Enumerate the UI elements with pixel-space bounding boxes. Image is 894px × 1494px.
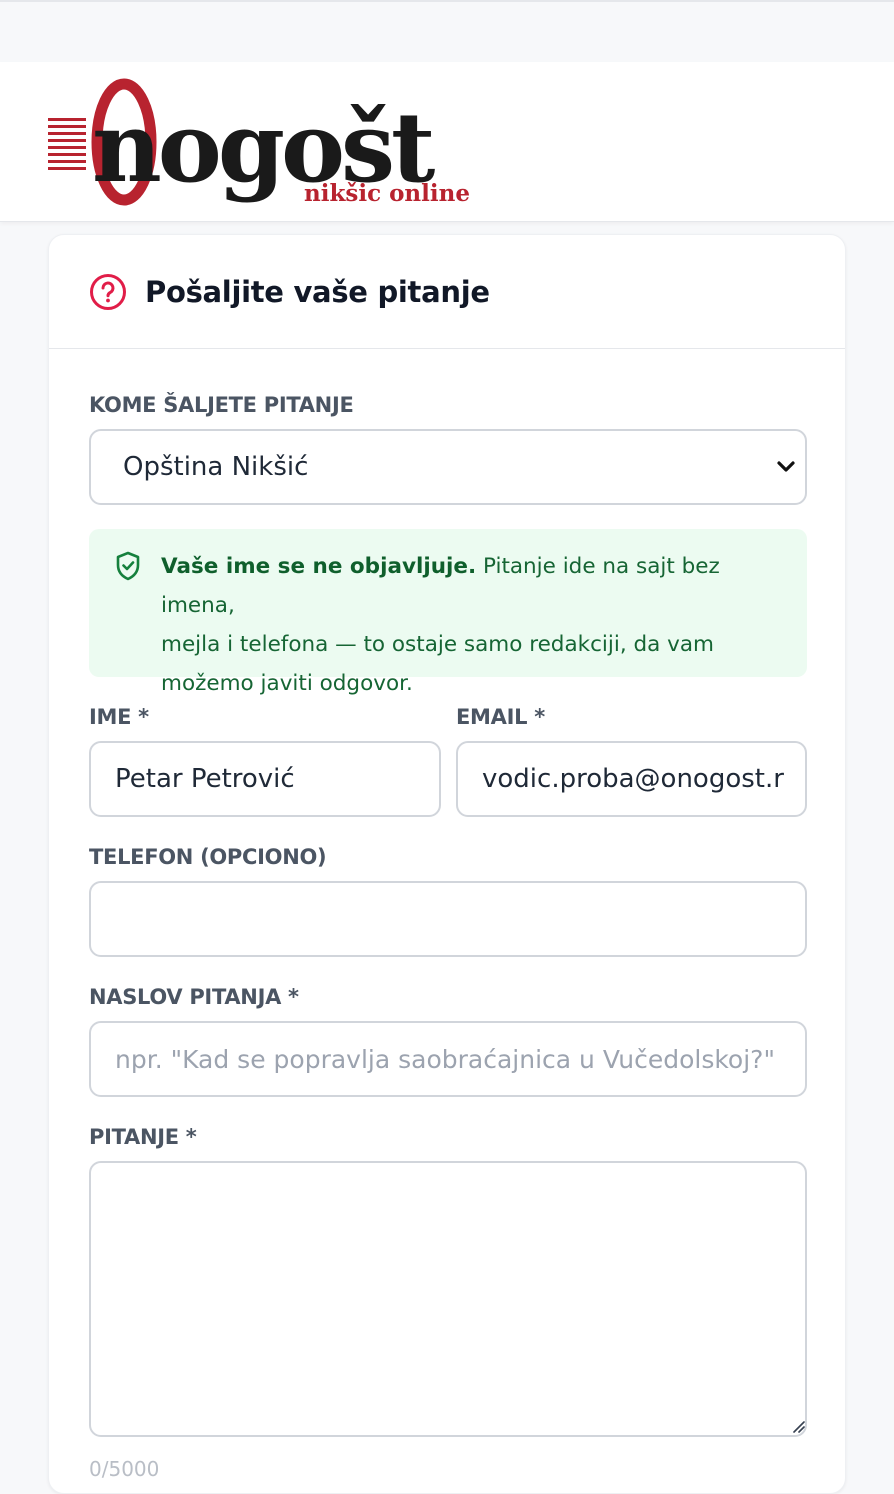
email-field[interactable]: vodic.proba@onogost.r (456, 741, 807, 817)
recipient-label: KOME ŠALJETE PITANJE (89, 393, 354, 417)
privacy-notice-line1: Vaše ime se ne objavljuje. Pitanje ide n… (161, 547, 777, 625)
browser-top-strip (0, 0, 894, 62)
chevron-down-icon (777, 461, 795, 472)
form-title: Pošaljite vaše pitanje (145, 274, 490, 309)
privacy-notice: Vaše ime se ne objavljuje. Pitanje ide n… (89, 529, 807, 696)
privacy-notice-bold: Vaše ime se ne objavljuje. (161, 554, 477, 579)
recipient-select[interactable]: Opština Nikšić (89, 429, 807, 505)
phone-field[interactable] (89, 881, 807, 957)
recipient-select-value: Opština Nikšić (123, 452, 309, 482)
privacy-notice-line2: mejla i telefona — to ostaje samo redakc… (161, 632, 714, 657)
question-form-card: Pošaljite vaše pitanje KOME ŠALJETE PITA… (48, 234, 846, 1494)
name-field[interactable]: Petar Petrović (89, 741, 441, 817)
question-label: PITANJE * (89, 1125, 197, 1149)
phone-label: TELEFON (OPCIONO) (89, 845, 327, 869)
question-circle-icon (90, 273, 126, 310)
logo-tagline: nikšic online (304, 180, 470, 207)
privacy-notice-line3: možemo javiti odgovor. (161, 671, 413, 696)
question-textarea[interactable] (89, 1161, 807, 1437)
logo-stripes (48, 118, 86, 170)
site-header: nogošt nikšic online (0, 62, 894, 222)
subject-field[interactable]: npr. "Kad se popravlja saobraćajnica u V… (89, 1021, 807, 1097)
email-label: EMAIL * (456, 705, 545, 729)
subject-label: NASLOV PITANJA * (89, 985, 299, 1009)
resize-handle-icon[interactable] (789, 1417, 805, 1433)
character-counter: 0/5000 (89, 1457, 160, 1481)
shield-check-icon (116, 551, 140, 581)
card-header: Pošaljite vaše pitanje (49, 235, 845, 349)
site-logo[interactable]: nogošt nikšic online (46, 76, 476, 208)
name-label: IME * (89, 705, 149, 729)
